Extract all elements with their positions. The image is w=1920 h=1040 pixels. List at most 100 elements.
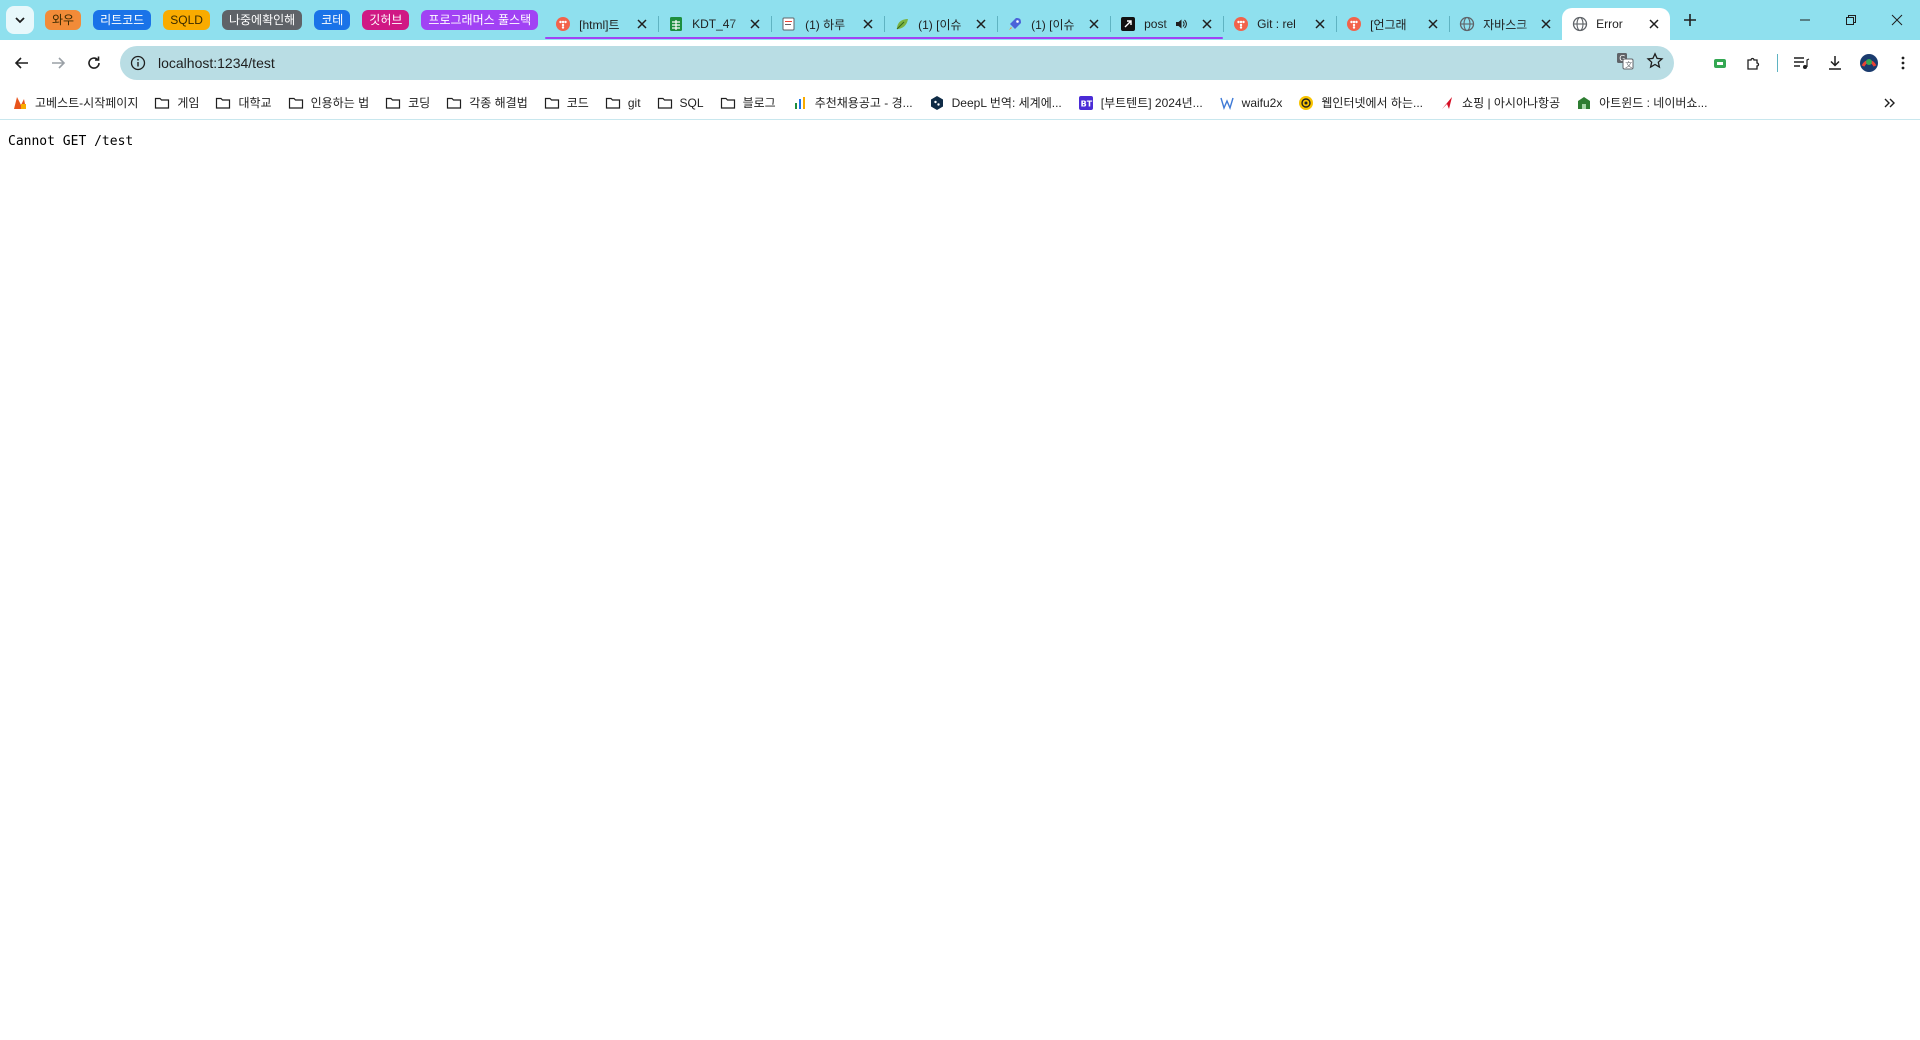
arrow-left-icon (14, 57, 28, 69)
close-tab-icon[interactable] (973, 16, 989, 32)
tab[interactable]: (1) [이슈 (884, 8, 997, 40)
tab-search-button[interactable] (6, 6, 34, 34)
tistory-icon (1346, 16, 1362, 32)
close-tab-icon[interactable] (860, 16, 876, 32)
address-bar[interactable]: G文 (120, 46, 1674, 80)
bookmarks-overflow-button[interactable] (1876, 89, 1904, 117)
new-tab-button[interactable] (1676, 6, 1704, 34)
bookmark-item[interactable]: git (597, 89, 649, 117)
tab-group-chip[interactable]: 리트코드 (93, 10, 152, 30)
url-input[interactable] (158, 55, 1458, 71)
menu-button[interactable] (1886, 46, 1920, 80)
bookmark-item[interactable]: BT [부트텐트] 2024년... (1070, 89, 1211, 117)
site-info-icon[interactable] (130, 55, 146, 71)
tab[interactable]: 자바스크 (1449, 8, 1562, 40)
tab-group-chip[interactable]: 프로그래머스 풀스택 (421, 10, 539, 30)
bookmark-item[interactable]: 추천채용공고 - 경... (784, 89, 921, 117)
bookmark-label: 고베스트-시작페이지 (35, 96, 139, 110)
back-button[interactable] (5, 46, 39, 80)
tab-group-chip[interactable]: 코테 (314, 10, 351, 30)
tab-title: KDT_47 (692, 17, 737, 31)
chevron-down-icon (15, 17, 25, 24)
close-tab-icon[interactable] (1538, 16, 1554, 32)
tab[interactable]: [언그래 (1336, 8, 1449, 40)
bookmark-item[interactable]: 고베스트-시작페이지 (4, 89, 146, 117)
tab-group-chip[interactable]: SQLD (163, 10, 210, 30)
tab[interactable]: Git : rel (1223, 8, 1336, 40)
minimize-button[interactable] (1782, 0, 1828, 40)
tab-title: post (1144, 17, 1167, 31)
restore-button[interactable] (1828, 0, 1874, 40)
folder-icon (154, 95, 170, 111)
folder-icon (385, 95, 401, 111)
arrow-right-icon (52, 57, 66, 69)
tab-group-underline (545, 37, 1224, 39)
folder-icon (544, 95, 560, 111)
folder-icon (720, 95, 736, 111)
folder-icon (288, 95, 304, 111)
bookmark-label: 아트윈드 : 네이버쇼... (1599, 96, 1708, 110)
tab-group-chip[interactable]: 나중에확인해 (221, 10, 303, 30)
bookmark-item[interactable]: 게임 (146, 89, 207, 117)
profile-avatar[interactable] (1852, 46, 1886, 80)
bookmark-item[interactable]: 각종 해결법 (438, 89, 536, 117)
bookmark-item[interactable]: 인용하는 법 (280, 89, 378, 117)
close-tab-icon[interactable] (1425, 16, 1441, 32)
toolbar: G文 (0, 40, 1920, 86)
tab-group-chip[interactable]: 깃허브 (362, 10, 410, 30)
close-tab-icon[interactable] (747, 16, 763, 32)
bookmark-label: 쇼핑 | 아시아나항공 (1462, 96, 1561, 110)
forward-button[interactable] (41, 46, 75, 80)
downloads-icon[interactable] (1818, 46, 1852, 80)
deepl-icon (929, 95, 945, 111)
globe-icon (1572, 16, 1588, 32)
sheets-icon (668, 16, 684, 32)
tab-active[interactable]: Error (1562, 8, 1671, 40)
extensions-area (1703, 46, 1920, 80)
globe-icon (1459, 16, 1475, 32)
bookmark-item[interactable]: 대학교 (207, 89, 279, 117)
bookmark-item[interactable]: 블로그 (712, 89, 784, 117)
bookmark-item[interactable]: 웹인터넷에서 하는... (1290, 89, 1431, 117)
bookmark-label: 추천채용공고 - 경... (814, 96, 913, 110)
bookmark-label: 블로그 (742, 96, 776, 110)
rocket-icon (1007, 16, 1023, 32)
close-tab-icon[interactable] (1646, 16, 1662, 32)
tab[interactable]: [html]트 (545, 8, 658, 40)
tab[interactable]: (1) 하루 (771, 8, 884, 40)
bookmark-item[interactable]: 쇼핑 | 아시아나항공 (1431, 89, 1568, 117)
close-tab-icon[interactable] (1199, 16, 1215, 32)
tab-group-chip[interactable]: 와우 (45, 10, 82, 30)
page-content: Cannot GET /test (0, 121, 1920, 1040)
bookmark-item[interactable]: DeepL 번역: 세계에... (921, 89, 1070, 117)
bt-icon: BT (1078, 95, 1094, 111)
close-window-button[interactable] (1874, 0, 1920, 40)
tab[interactable]: KDT_47 (658, 8, 771, 40)
bookmark-item[interactable]: 코드 (536, 89, 597, 117)
reload-button[interactable] (77, 46, 111, 80)
tistory-icon (1233, 16, 1249, 32)
window-controls (1782, 0, 1920, 40)
speaker-icon[interactable] (1173, 16, 1189, 32)
tab[interactable]: post (1110, 8, 1223, 40)
bookmark-star-icon[interactable] (1646, 51, 1664, 75)
extensions-puzzle-icon[interactable] (1737, 46, 1771, 80)
asiana-icon (1439, 95, 1455, 111)
tab-list: [html]트 KDT_47 (1) 하루 (1) [이슈 (1) [이슈 post Git… (545, 0, 1671, 40)
close-tab-icon[interactable] (1086, 16, 1102, 32)
bookmark-item[interactable]: 아트윈드 : 네이버쇼... (1568, 89, 1715, 117)
error-message: Cannot GET /test (8, 134, 134, 149)
svg-text:BT: BT (1080, 99, 1092, 108)
bookmark-item[interactable]: SQL (649, 89, 712, 117)
tab-title: [언그래 (1370, 17, 1407, 32)
smile-icon (1298, 95, 1314, 111)
translate-icon[interactable]: G文 (1616, 52, 1634, 75)
bookmark-item[interactable]: 코딩 (377, 89, 438, 117)
tab[interactable]: (1) [이슈 (997, 8, 1110, 40)
close-tab-icon[interactable] (634, 16, 650, 32)
close-tab-icon[interactable] (1312, 16, 1328, 32)
toolbar-divider (1777, 54, 1778, 72)
extension-green-icon[interactable] (1703, 46, 1737, 80)
media-controls-icon[interactable] (1784, 46, 1818, 80)
bookmark-item[interactable]: waifu2x (1211, 89, 1291, 117)
